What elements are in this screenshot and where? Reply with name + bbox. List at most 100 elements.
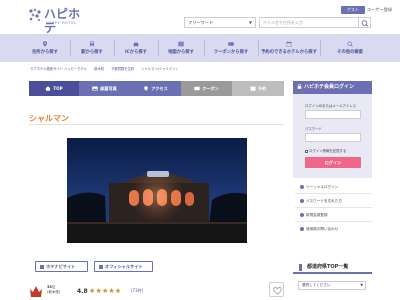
star-filled-icon: ★★★★★ [89,288,122,295]
nav-item-coupon[interactable]: クーポンから探す [204,34,258,62]
remember-label: ログイン情報を記憶する [309,149,347,153]
tab-label: クーポン [202,85,219,91]
divider [295,193,372,194]
bullet-icon [300,227,304,231]
nav-item-map[interactable]: 地図から探す [158,34,204,62]
external-link-icon [99,265,103,269]
divider [295,221,372,222]
breadcrumb-item[interactable]: 下都賀郡壬生町 [111,67,134,71]
rating-score: 4.8 [77,288,88,295]
nav-item-label: 地図から探す [168,50,194,55]
new-register-link[interactable]: 新規会員登録 [300,213,328,218]
search-icon [361,20,369,27]
breadcrumb-item[interactable]: ラブホテル検索サイト ハッピーホテル [30,67,87,71]
main-nav: 住所から探す 駅から探す ICから探す 地図から探す クーポンから探す 予約ので… [0,34,400,62]
chevron-down-icon: ▼ [248,20,252,25]
tab-label: TOP [53,86,63,91]
rating-row: 33位 (栃木県) 4.8 ★★★★★ ★★★★★ (73件) [29,282,284,300]
site-logo[interactable]: ハピホテ HAPPY HOTEL [28,7,88,35]
map-icon [178,41,184,47]
nav-item-station[interactable]: 駅から探す [70,34,114,62]
access-icon [144,86,149,91]
tab-top[interactable]: TOP [29,81,79,96]
tab-coupon[interactable]: クーポン [181,81,232,96]
guest-badge: ゲスト [341,6,365,14]
nav-item-label: 住所から探す [32,50,58,55]
bullet-icon [300,185,304,189]
logo-mark-icon [29,8,41,22]
external-link-icon [40,265,44,269]
forgot-password-link[interactable]: パスワードを忘れた方 [300,199,342,204]
prefecture-select-value: 選択してください [302,283,331,287]
nav-item-address[interactable]: 住所から探す [20,34,70,62]
member-login-header: ハピホテ会員ログイン [293,81,372,94]
rank-crown-icon [30,286,42,297]
review-count-link[interactable]: (73件) [131,288,143,294]
bullet-icon [300,213,304,217]
shop-name: シャルマン [29,114,69,123]
tab-access[interactable]: アクセス [130,81,181,96]
nav-item-label: ICから探す [125,50,147,55]
login-button[interactable]: ログイン [305,157,361,168]
tab-room-photos[interactable]: 部屋写真 [79,81,130,96]
tab-reserve[interactable]: 予約 [232,81,284,96]
calendar-icon [286,41,292,47]
prefecture-list-title: 都道府県TOP一覧 [307,264,349,270]
breadcrumb: ラブホテル検索サイト ハッピーホテル 栃木県 下都賀郡壬生町 シャルマン(シャル… [30,66,183,72]
prefecture-list-header: 都道府県TOP一覧 [293,261,372,274]
nav-item-reservable[interactable]: 予約のできるホテルから探す [258,34,320,62]
tab-label: 予約 [257,85,267,91]
prefecture-select[interactable]: 選択してください ▼ [298,281,366,290]
nav-item-other[interactable]: その他の検索 [320,34,380,62]
divider [29,124,284,125]
shop-tabs: TOP 部屋写真 アクセス クーポン 予約 [29,81,284,96]
contact-link[interactable]: 使用時お問い合わせ [300,227,338,232]
tab-label: アクセス [151,85,168,91]
search-icon [347,41,353,47]
hotel-exterior-photo [67,138,247,243]
forgot-password-label: パスワードを忘れた方 [306,199,342,203]
favorite-button[interactable] [269,282,284,297]
checkbox-icon [305,149,308,153]
nav-item-label: 駅から探す [81,50,103,55]
rank-region: (栃木県) [47,289,61,294]
breadcrumb-item[interactable]: 栃木県 [94,67,104,71]
heading-bar [299,264,302,271]
tab-label: 部屋写真 [100,85,117,91]
coupon-icon [228,42,234,46]
remember-checkbox[interactable]: ログイン情報を記憶する [305,148,346,153]
social-login-label: ソーシャルログイン [306,185,339,189]
new-register-label: 新規会員登録 [306,213,328,217]
official-site-button[interactable]: オフィシャルサイト [94,261,153,272]
logo-subtitle: HAPPY HOTEL [46,21,77,25]
freeword-select[interactable]: フリーワード ▼ [184,17,256,28]
contact-label: 使用時お問い合わせ [306,227,339,231]
hotenavi-site-button[interactable]: ホテナビサイト [35,261,88,272]
hotenavi-site-label: ホテナビサイト [46,264,76,269]
car-icon [133,42,139,47]
rank-text: 33位 (栃木県) [47,285,60,294]
user-register-link[interactable]: ユーザー登録 [367,6,392,14]
nav-item-label: 予約のできるホテルから探す [261,50,317,55]
social-login-link[interactable]: ソーシャルログイン [300,185,338,190]
member-login-title: ハピホテ会員ログイン [304,84,355,90]
site-header: ハピホテ HAPPY HOTEL ゲスト ユーザー登録 フリーワード ▼ ホテル… [0,0,400,35]
nav-item-ic[interactable]: ICから探す [114,34,158,62]
divider [295,207,372,208]
nav-item-label: クーポンから探す [213,50,249,55]
password-field[interactable] [305,133,361,142]
coupon-icon [194,86,200,91]
photo-icon [92,86,98,91]
official-site-label: オフィシャルサイト [105,264,143,269]
train-icon [89,41,95,47]
search-input[interactable]: ホテル名や住所を入力 [259,17,359,28]
login-id-field[interactable] [305,110,361,119]
home-icon [45,86,52,91]
rank-unit: 位 [51,285,56,289]
bullet-icon [300,199,304,203]
nav-item-label: その他の検索 [337,50,363,55]
pin-icon [43,41,47,47]
password-label: パスワード [305,127,322,131]
search-button[interactable] [359,17,371,28]
heart-icon [273,287,282,295]
